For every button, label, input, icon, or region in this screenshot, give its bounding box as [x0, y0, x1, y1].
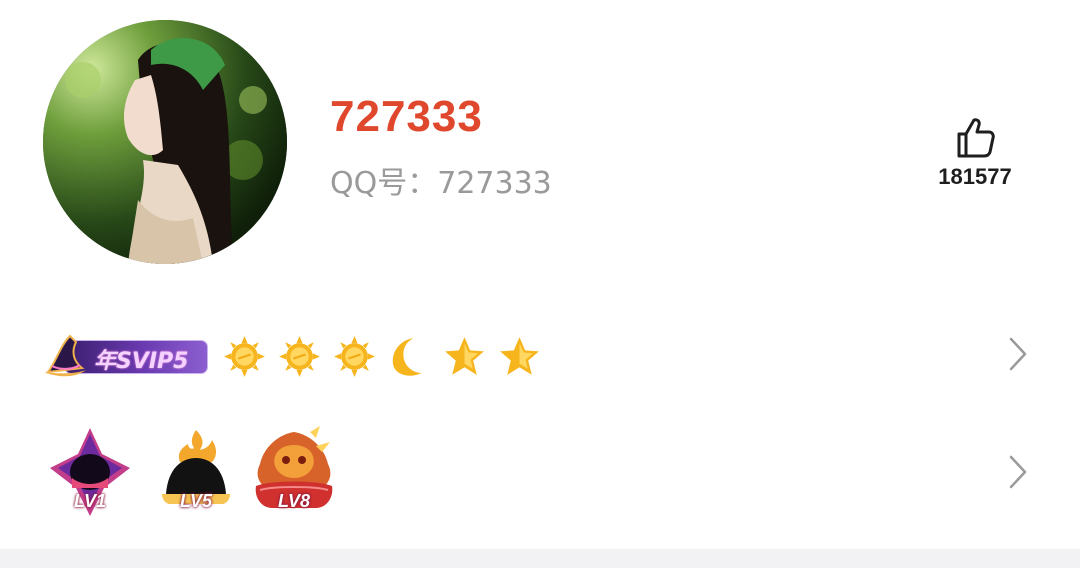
- avatar-photo: [43, 20, 287, 264]
- like-button[interactable]: 181577: [925, 116, 1025, 190]
- star-icon: [442, 334, 487, 379]
- sun-icon: [277, 334, 322, 379]
- purple-medal-icon: LV1: [42, 424, 138, 520]
- medal-level-label: LV1: [73, 491, 107, 511]
- medal-level-label: LV5: [179, 491, 213, 511]
- sun-icon: [222, 334, 267, 379]
- thumbs-up-icon: [957, 118, 995, 158]
- medal-level-label: LV8: [277, 491, 311, 511]
- hat-icon: [44, 334, 86, 377]
- svip-label: 年SVIP5: [94, 349, 189, 374]
- avatar[interactable]: [43, 20, 287, 264]
- moon-icon: [387, 334, 432, 379]
- chevron-right-icon[interactable]: [1008, 336, 1028, 372]
- black-flame-medal-icon: LV5: [148, 424, 244, 520]
- sun-icon: [332, 334, 377, 379]
- star-icon: [497, 334, 542, 379]
- section-divider: [0, 549, 1080, 568]
- nickname: 727333: [330, 92, 483, 141]
- vip-row[interactable]: 年SVIP5: [0, 326, 1080, 386]
- chevron-right-icon[interactable]: [1008, 454, 1028, 490]
- vip-level-icons: [222, 334, 542, 379]
- like-count: 181577: [938, 164, 1012, 189]
- svip-badge: 年SVIP5: [42, 332, 208, 377]
- medals-row[interactable]: LV1 LV5 LV8: [0, 424, 1080, 524]
- qq-number: QQ号：727333: [330, 166, 552, 201]
- dragon-medal-icon: LV8: [246, 424, 342, 520]
